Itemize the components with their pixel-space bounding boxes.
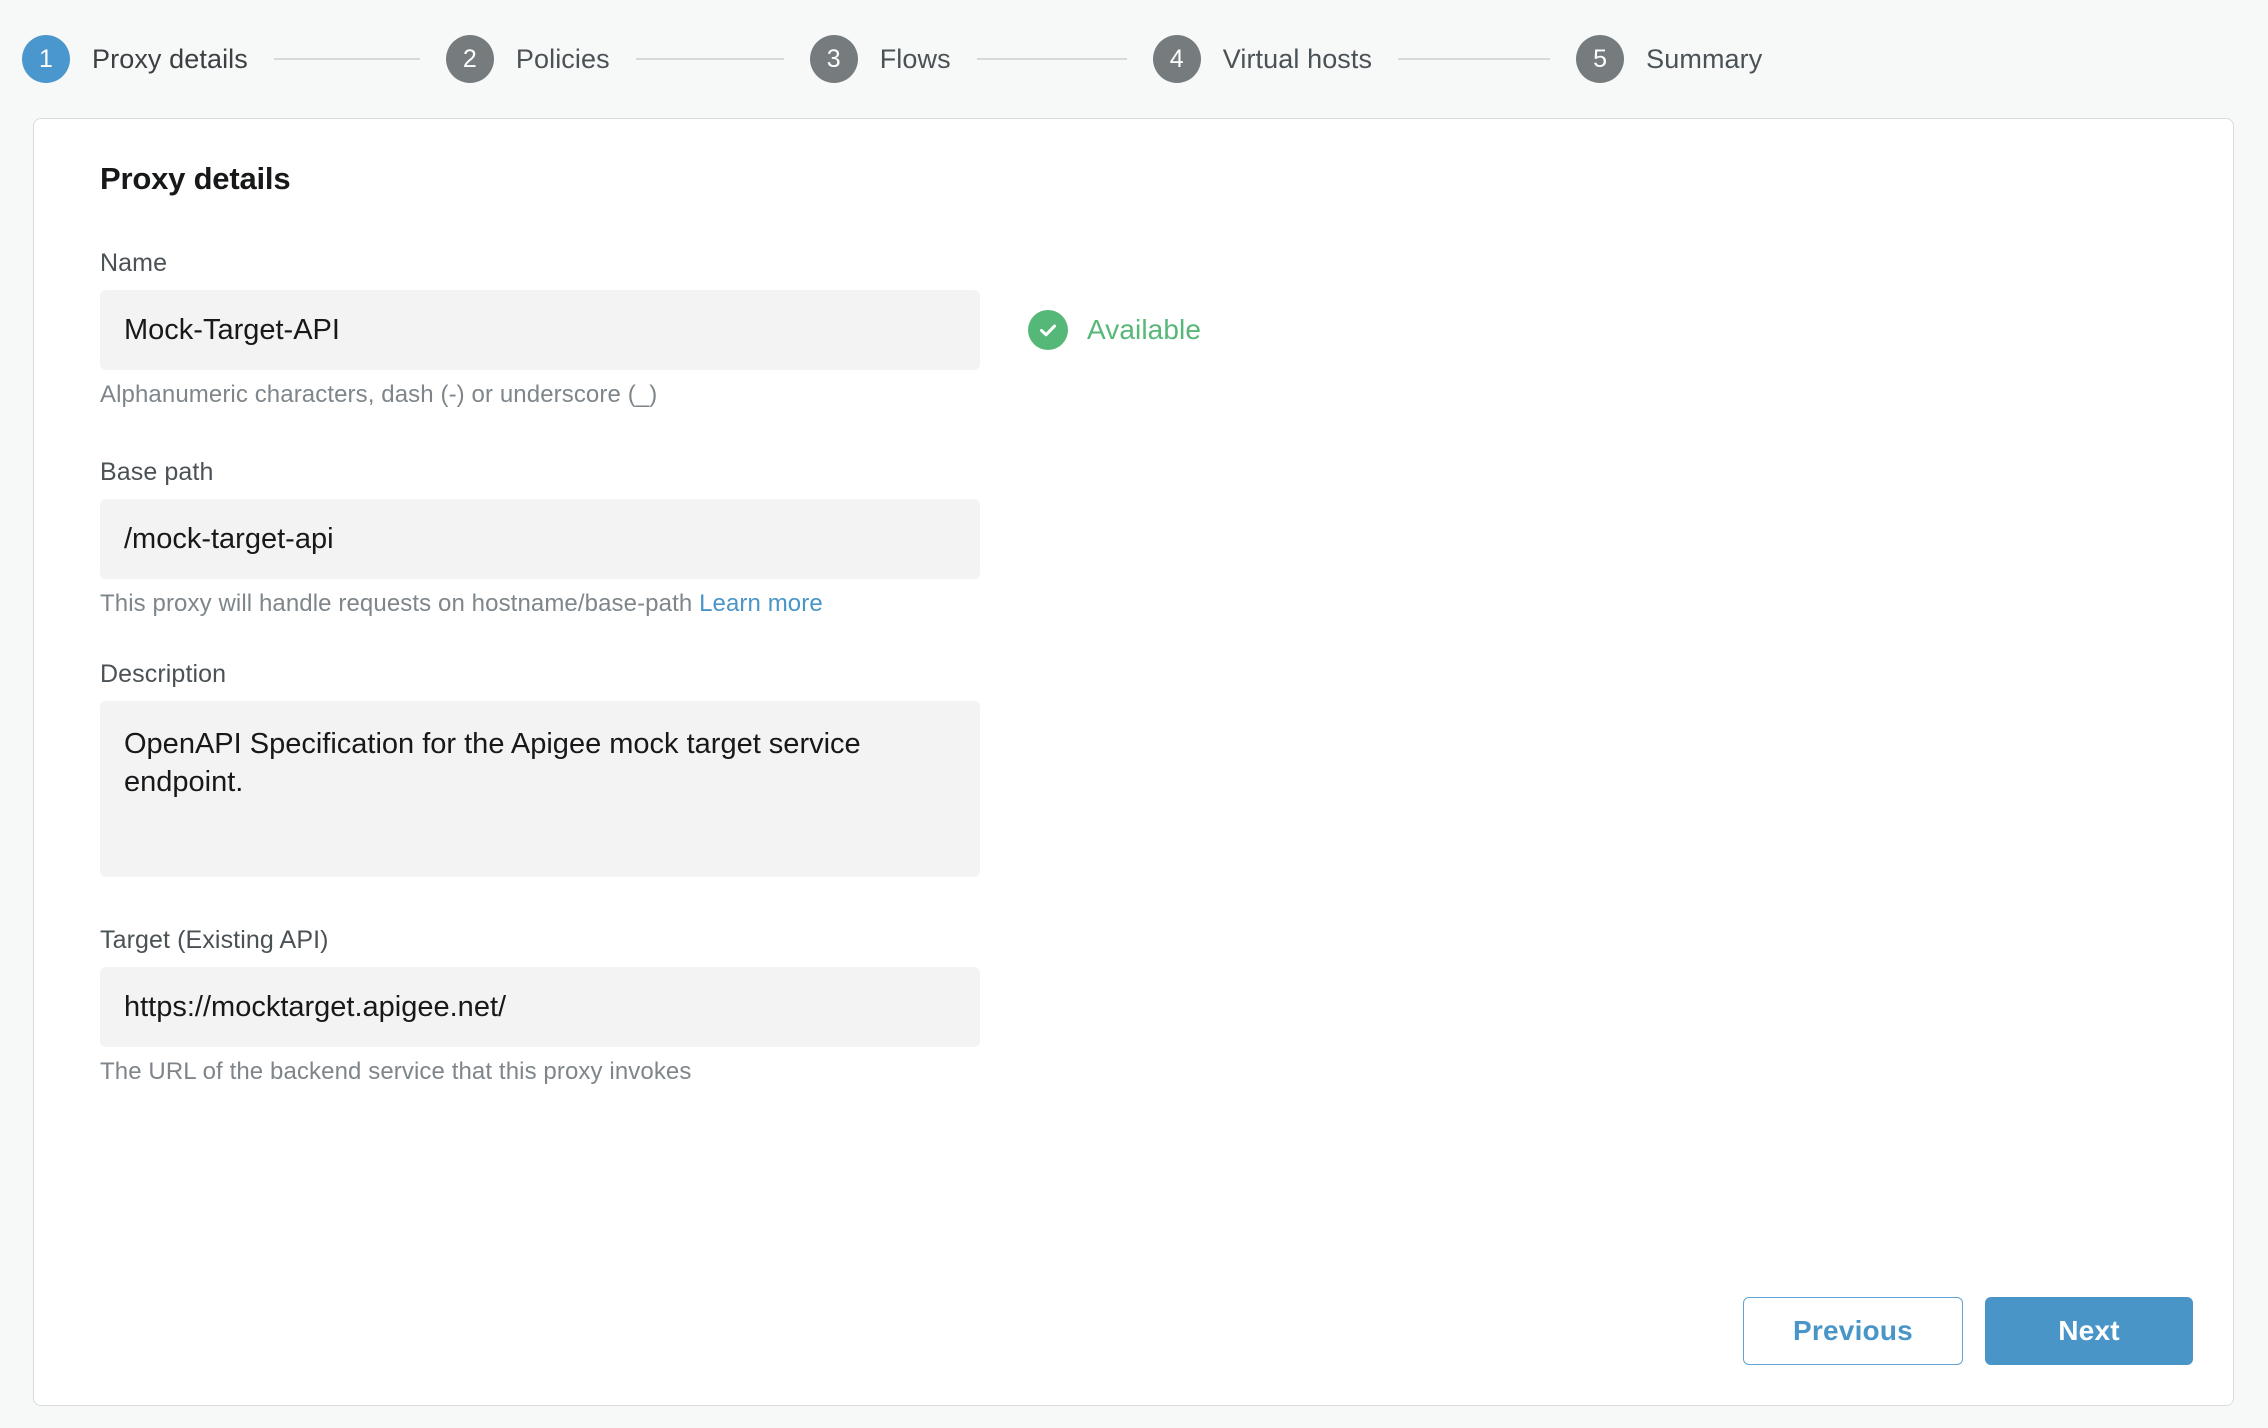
step-number-badge: 1 bbox=[22, 35, 70, 83]
target-input[interactable]: https://mocktarget.apigee.net/ bbox=[100, 967, 980, 1047]
description-label: Description bbox=[100, 660, 227, 688]
step-proxy-details[interactable]: 1 Proxy details bbox=[22, 35, 248, 83]
description-textarea[interactable]: OpenAPI Specification for the Apigee moc… bbox=[100, 701, 980, 877]
field-base-path: Base path /mock-target-api This proxy wi… bbox=[100, 458, 2233, 618]
step-number-badge: 2 bbox=[445, 35, 494, 83]
wizard-footer: Previous Next bbox=[1743, 1297, 2193, 1365]
page-title: Proxy details bbox=[100, 161, 291, 196]
step-policies[interactable]: 2 Policies bbox=[445, 35, 610, 83]
step-number-badge: 3 bbox=[809, 35, 858, 83]
step-number-badge: 5 bbox=[1576, 35, 1625, 83]
target-label: Target (Existing API) bbox=[100, 926, 329, 954]
step-flows[interactable]: 3 Flows bbox=[809, 35, 951, 83]
base-path-helper-prefix: This proxy will handle requests on hostn… bbox=[100, 590, 700, 617]
base-path-input[interactable]: /mock-target-api bbox=[100, 499, 980, 579]
proxy-details-card: Proxy details Name Mock-Target-API Avail… bbox=[33, 118, 2234, 1406]
field-target: Target (Existing API) https://mocktarget… bbox=[100, 926, 2233, 1086]
step-label: Virtual hosts bbox=[1222, 43, 1373, 74]
name-helper-text: Alphanumeric characters, dash (-) or und… bbox=[100, 381, 658, 408]
name-label: Name bbox=[100, 249, 168, 277]
step-label: Flows bbox=[879, 43, 951, 74]
step-label: Policies bbox=[515, 43, 610, 74]
name-availability-status: Available bbox=[1028, 310, 1201, 350]
step-summary[interactable]: 5 Summary bbox=[1576, 35, 1762, 83]
step-label: Summary bbox=[1646, 43, 1763, 74]
base-path-helper-text: This proxy will handle requests on hostn… bbox=[100, 590, 2233, 618]
field-description: Description OpenAPI Specification for th… bbox=[100, 660, 2233, 877]
check-circle-icon bbox=[1028, 310, 1068, 350]
learn-more-link[interactable]: Learn more bbox=[699, 590, 823, 617]
step-connector bbox=[273, 58, 420, 60]
wizard-stepper: 1 Proxy details 2 Policies 3 Flows 4 Vir… bbox=[0, 0, 2268, 118]
step-number-badge: 4 bbox=[1152, 35, 1201, 83]
step-label: Proxy details bbox=[92, 43, 248, 74]
name-input[interactable]: Mock-Target-API bbox=[100, 290, 980, 370]
step-connector bbox=[976, 58, 1127, 60]
previous-button[interactable]: Previous bbox=[1743, 1297, 1963, 1365]
field-name: Name Mock-Target-API Available Alphanume… bbox=[100, 249, 2233, 409]
base-path-label: Base path bbox=[100, 458, 214, 486]
target-helper-text: The URL of the backend service that this… bbox=[100, 1058, 692, 1085]
availability-text: Available bbox=[1087, 314, 1202, 345]
step-connector bbox=[635, 58, 784, 60]
next-button[interactable]: Next bbox=[1985, 1297, 2193, 1365]
step-connector bbox=[1398, 58, 1551, 60]
step-virtual-hosts[interactable]: 4 Virtual hosts bbox=[1152, 35, 1373, 83]
